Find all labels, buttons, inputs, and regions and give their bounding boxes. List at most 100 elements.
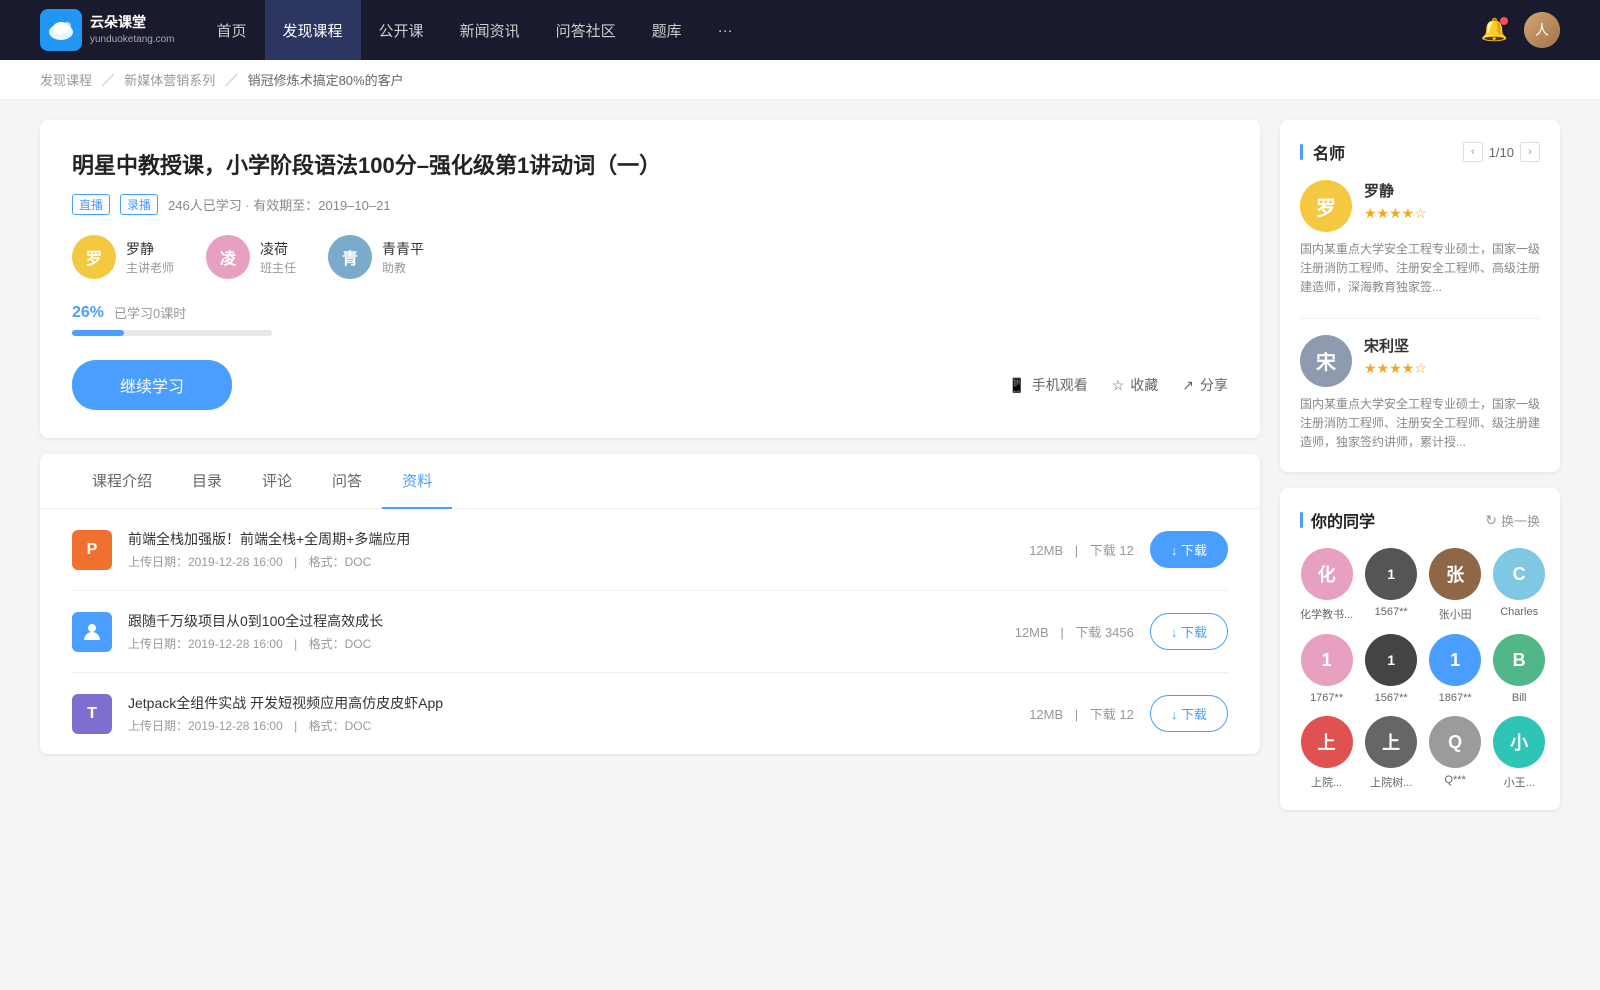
nav-item-open[interactable]: 公开课 [361, 0, 442, 60]
download-button-3[interactable]: ↓ 下载 [1150, 695, 1228, 732]
share-button[interactable]: ↗ 分享 [1182, 375, 1228, 395]
teacher-sidebar-header: 名师 ‹ 1/10 › [1300, 140, 1540, 164]
classmate-10-name: 上院树... [1365, 774, 1417, 790]
user-avatar[interactable]: 人 [1524, 12, 1560, 48]
sidebar-teacher-2: 宋 宋利坚 ★★★★☆ 国内某重点大学安全工程专业硕士，国家一级注册消防工程师、… [1300, 335, 1540, 453]
prev-teacher-button[interactable]: ‹ [1463, 142, 1483, 162]
progress-bar-fill [72, 330, 124, 336]
classmate-12-name: 小王... [1493, 774, 1545, 790]
sidebar-teacher-1-avatar: 罗 [1300, 180, 1352, 232]
progress-bar-bg [72, 330, 272, 336]
resource-icon-1: P [72, 530, 112, 570]
continue-button[interactable]: 继续学习 [72, 360, 232, 410]
sidebar-teacher-2-avatar: 宋 [1300, 335, 1352, 387]
tabs-list: 课程介绍 目录 评论 问答 资料 [40, 454, 1260, 509]
sidebar-teacher-1: 罗 罗静 ★★★★☆ 国内某重点大学安全工程专业硕士，国家一级注册消防工程师、注… [1300, 180, 1540, 298]
course-card: 明星中教授课，小学阶段语法100分–强化级第1讲动词（一） 直播 录播 246人… [40, 120, 1260, 438]
person-icon [81, 621, 103, 643]
resource-stats-3: 12MB | 下载 12 [1029, 704, 1134, 723]
resource-info-2: 跟随千万级项目从0到100全过程高效成长 上传日期：2019-12-28 16:… [128, 611, 999, 652]
progress-sublabel: 已学习0课时 [114, 303, 186, 322]
resource-stats-2: 12MB | 下载 3456 [1015, 622, 1134, 641]
share-icon: ↗ [1182, 377, 1194, 394]
logo[interactable]: 云朵课堂 yunduoketang.com [40, 9, 175, 51]
resource-item-2: 跟随千万级项目从0到100全过程高效成长 上传日期：2019-12-28 16:… [72, 591, 1228, 673]
tab-qa[interactable]: 问答 [312, 454, 382, 509]
teachers-row: 罗 罗静 主讲老师 凌 凌荷 班主任 青 青青平 [72, 235, 1228, 279]
resource-name-2: 跟随千万级项目从0到100全过程高效成长 [128, 611, 999, 631]
nav-item-home[interactable]: 首页 [199, 0, 265, 60]
teacher-3: 青 青青平 助教 [328, 235, 424, 279]
download-button-1[interactable]: ↓ 下载 [1150, 531, 1228, 568]
teacher-sidebar-title: 名师 [1300, 140, 1345, 164]
tab-catalog[interactable]: 目录 [172, 454, 242, 509]
nav-item-news[interactable]: 新闻资讯 [442, 0, 538, 60]
teacher-1-name: 罗静 [126, 239, 174, 259]
action-buttons: 📱 手机观看 ☆ 收藏 ↗ 分享 [1008, 375, 1228, 395]
progress-label: 26% [72, 304, 104, 322]
classmate-9[interactable]: 上 上院... [1300, 716, 1353, 790]
teacher-sidebar-card: 名师 ‹ 1/10 › 罗 罗静 ★★★★☆ 国内某重点大学安全工 [1280, 120, 1560, 472]
classmate-2-name: 1567** [1365, 606, 1417, 618]
nav-item-more[interactable]: ··· [700, 0, 751, 60]
sidebar-teacher-2-name: 宋利坚 [1364, 335, 1427, 356]
resource-item-1: P 前端全栈加强版！前端全栈+全周期+多端应用 上传日期：2019-12-28 … [72, 509, 1228, 591]
classmate-3-name: 张小田 [1429, 606, 1481, 622]
classmate-2[interactable]: 1 1567** [1365, 548, 1417, 622]
resource-info-3: Jetpack全组件实战 开发短视频应用高仿皮皮虾App 上传日期：2019-1… [128, 693, 1013, 734]
course-meta-row: 直播 录播 246人已学习 · 有效期至：2019–10–21 [72, 194, 1228, 215]
sidebar-teacher-2-desc: 国内某重点大学安全工程专业硕士，国家一级注册消防工程师、注册安全工程师、级注册建… [1300, 395, 1540, 453]
resource-list: P 前端全栈加强版！前端全栈+全周期+多端应用 上传日期：2019-12-28 … [40, 509, 1260, 754]
teacher-pagination: ‹ 1/10 › [1463, 142, 1540, 162]
teacher-2-role: 班主任 [260, 259, 296, 276]
collect-button[interactable]: ☆ 收藏 [1112, 375, 1159, 395]
teacher-2-name: 凌荷 [260, 239, 296, 259]
nav-item-quiz[interactable]: 题库 [634, 0, 700, 60]
classmate-8[interactable]: B Bill [1493, 634, 1545, 704]
next-teacher-button[interactable]: › [1520, 142, 1540, 162]
tab-comments[interactable]: 评论 [242, 454, 312, 509]
classmate-6-name: 1567** [1365, 692, 1417, 704]
classmates-grid: 化 化学教书... 1 1567** 张 张小田 C Charles [1300, 548, 1540, 790]
breadcrumb-series[interactable]: 新媒体营销系列 [124, 73, 215, 88]
classmate-8-name: Bill [1493, 692, 1545, 704]
classmate-4[interactable]: C Charles [1493, 548, 1545, 622]
sidebar-teacher-2-stars: ★★★★☆ [1364, 360, 1427, 377]
download-button-2[interactable]: ↓ 下载 [1150, 613, 1228, 650]
course-title: 明星中教授课，小学阶段语法100分–强化级第1讲动词（一） [72, 148, 1228, 180]
classmate-1[interactable]: 化 化学教书... [1300, 548, 1353, 622]
classmate-3[interactable]: 张 张小田 [1429, 548, 1481, 622]
classmate-12[interactable]: 小 小王... [1493, 716, 1545, 790]
nav-item-courses[interactable]: 发现课程 [265, 0, 361, 60]
classmate-11[interactable]: Q Q*** [1429, 716, 1481, 790]
classmate-10[interactable]: 上 上院树... [1365, 716, 1417, 790]
classmate-6[interactable]: 1 1567** [1365, 634, 1417, 704]
badge-live: 直播 [72, 194, 110, 215]
breadcrumb: 发现课程 ／ 新媒体营销系列 ／ 销冠修炼术搞定80%的客户 [0, 60, 1600, 100]
classmate-5-name: 1767** [1300, 692, 1353, 704]
notification-dot [1500, 17, 1508, 25]
classmate-4-name: Charles [1493, 606, 1545, 618]
breadcrumb-courses[interactable]: 发现课程 [40, 73, 92, 88]
classmate-7[interactable]: 1 1867** [1429, 634, 1481, 704]
nav-item-qa[interactable]: 问答社区 [538, 0, 634, 60]
phone-icon: 📱 [1008, 377, 1025, 394]
tab-resources[interactable]: 资料 [382, 454, 452, 509]
resource-meta-2: 上传日期：2019-12-28 16:00 | 格式：DOC [128, 635, 999, 652]
teacher-3-name: 青青平 [382, 239, 424, 259]
phone-watch-button[interactable]: 📱 手机观看 [1008, 375, 1087, 395]
refresh-classmates-button[interactable]: ↻ 换一换 [1485, 511, 1540, 530]
progress-section: 26% 已学习0课时 [72, 303, 1228, 336]
sidebar-teacher-1-name: 罗静 [1364, 180, 1427, 201]
classmate-5[interactable]: 1 1767** [1300, 634, 1353, 704]
resource-stats-1: 12MB | 下载 12 [1029, 540, 1134, 559]
resource-icon-3: T [72, 694, 112, 734]
classmate-1-name: 化学教书... [1300, 606, 1353, 622]
notification-bell[interactable]: 🔔 [1481, 17, 1508, 43]
resource-name-1: 前端全栈加强版！前端全栈+全周期+多端应用 [128, 529, 1013, 549]
resource-item-3: T Jetpack全组件实战 开发短视频应用高仿皮皮虾App 上传日期：2019… [72, 673, 1228, 754]
tab-intro[interactable]: 课程介绍 [72, 454, 172, 509]
classmate-11-name: Q*** [1429, 774, 1481, 786]
teacher-3-role: 助教 [382, 259, 424, 276]
badge-record: 录播 [120, 194, 158, 215]
